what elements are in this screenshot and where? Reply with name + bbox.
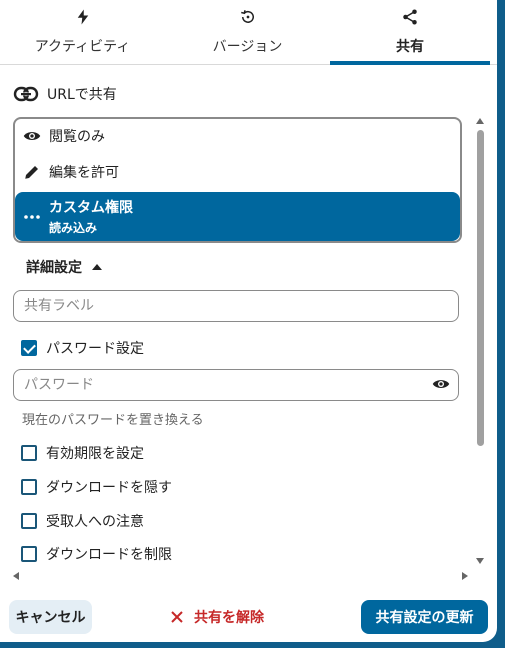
active-tab-indicator bbox=[330, 61, 490, 65]
link-icon bbox=[13, 86, 39, 102]
checkbox-label: ダウンロードを隠す bbox=[46, 480, 172, 496]
share-icon bbox=[403, 9, 417, 25]
password-input[interactable] bbox=[14, 370, 414, 400]
scroll-up-arrow-icon[interactable] bbox=[476, 118, 484, 124]
checkbox[interactable] bbox=[21, 445, 37, 461]
scroll-down-arrow-icon[interactable] bbox=[476, 558, 484, 564]
share-panel: アクティビティ バージョン 共有 URLで共有 閲覧のみ 編集を許可 カスタム権… bbox=[0, 0, 497, 642]
update-label: 共有設定の更新 bbox=[375, 610, 474, 626]
checkbox-label: パスワード設定 bbox=[46, 341, 144, 357]
history-icon bbox=[240, 10, 254, 23]
password-checkbox-row[interactable]: パスワード設定 bbox=[21, 338, 144, 358]
share-url-label: URLで共有 bbox=[47, 87, 117, 103]
checkbox-row-limit-download[interactable]: ダウンロードを制限 bbox=[21, 544, 172, 564]
tab-activity[interactable]: アクティビティ bbox=[0, 0, 165, 64]
tab-versions[interactable]: バージョン bbox=[165, 0, 330, 64]
unshare-button[interactable]: 共有を解除 bbox=[170, 600, 264, 634]
vertical-scroll-thumb[interactable] bbox=[477, 130, 484, 446]
checkbox[interactable] bbox=[21, 546, 37, 562]
password-field bbox=[13, 369, 459, 401]
option-label: カスタム権限 bbox=[49, 200, 133, 216]
tab-label: バージョン bbox=[212, 39, 283, 55]
share-by-url: URLで共有 bbox=[13, 82, 117, 106]
tab-bar: アクティビティ バージョン 共有 bbox=[0, 0, 497, 65]
permission-list: 閲覧のみ 編集を許可 カスタム権限 読み込み bbox=[13, 117, 462, 243]
password-hint: 現在のパスワードを置き換える bbox=[22, 413, 204, 428]
close-icon bbox=[171, 611, 183, 623]
eye-icon bbox=[23, 132, 41, 140]
share-label-field bbox=[13, 290, 459, 322]
checkbox-row-note-to-recipient[interactable]: 受取人への注意 bbox=[21, 511, 144, 531]
advanced-settings-toggle[interactable]: 詳細設定 bbox=[26, 257, 102, 277]
option-label: 閲覧のみ bbox=[49, 129, 105, 145]
scroll-right-arrow-icon[interactable] bbox=[462, 572, 468, 580]
pencil-icon bbox=[25, 166, 38, 179]
eye-icon[interactable] bbox=[432, 377, 450, 391]
checkbox-row-expiration[interactable]: 有効期限を設定 bbox=[21, 443, 144, 463]
checkbox-label: 有効期限を設定 bbox=[46, 446, 144, 462]
checkbox-label: 受取人への注意 bbox=[46, 514, 144, 530]
option-view-only[interactable]: 閲覧のみ bbox=[15, 119, 460, 153]
cancel-label: キャンセル bbox=[15, 610, 86, 626]
tab-label: 共有 bbox=[396, 39, 424, 55]
caret-up-icon bbox=[92, 264, 102, 270]
share-label-input[interactable] bbox=[14, 291, 414, 321]
checkbox-row-hide-download[interactable]: ダウンロードを隠す bbox=[21, 477, 172, 497]
option-sublabel: 読み込み bbox=[49, 221, 98, 235]
tab-label: アクティビティ bbox=[34, 39, 131, 55]
tab-sharing[interactable]: 共有 bbox=[330, 0, 490, 65]
option-allow-edit[interactable]: 編集を許可 bbox=[15, 155, 460, 189]
password-checkbox[interactable] bbox=[21, 340, 37, 356]
scroll-left-arrow-icon[interactable] bbox=[13, 572, 19, 580]
option-custom-permissions[interactable]: カスタム権限 読み込み bbox=[15, 192, 460, 241]
cancel-button[interactable]: キャンセル bbox=[9, 600, 92, 634]
lightning-icon bbox=[77, 9, 88, 25]
update-share-button[interactable]: 共有設定の更新 bbox=[361, 600, 488, 634]
checkbox[interactable] bbox=[21, 513, 37, 529]
checkbox-label: ダウンロードを制限 bbox=[46, 547, 172, 563]
advanced-settings-label: 詳細設定 bbox=[26, 260, 82, 276]
option-label: 編集を許可 bbox=[49, 165, 119, 181]
ellipsis-icon bbox=[24, 214, 40, 219]
unshare-label: 共有を解除 bbox=[194, 610, 264, 626]
checkbox[interactable] bbox=[21, 479, 37, 495]
